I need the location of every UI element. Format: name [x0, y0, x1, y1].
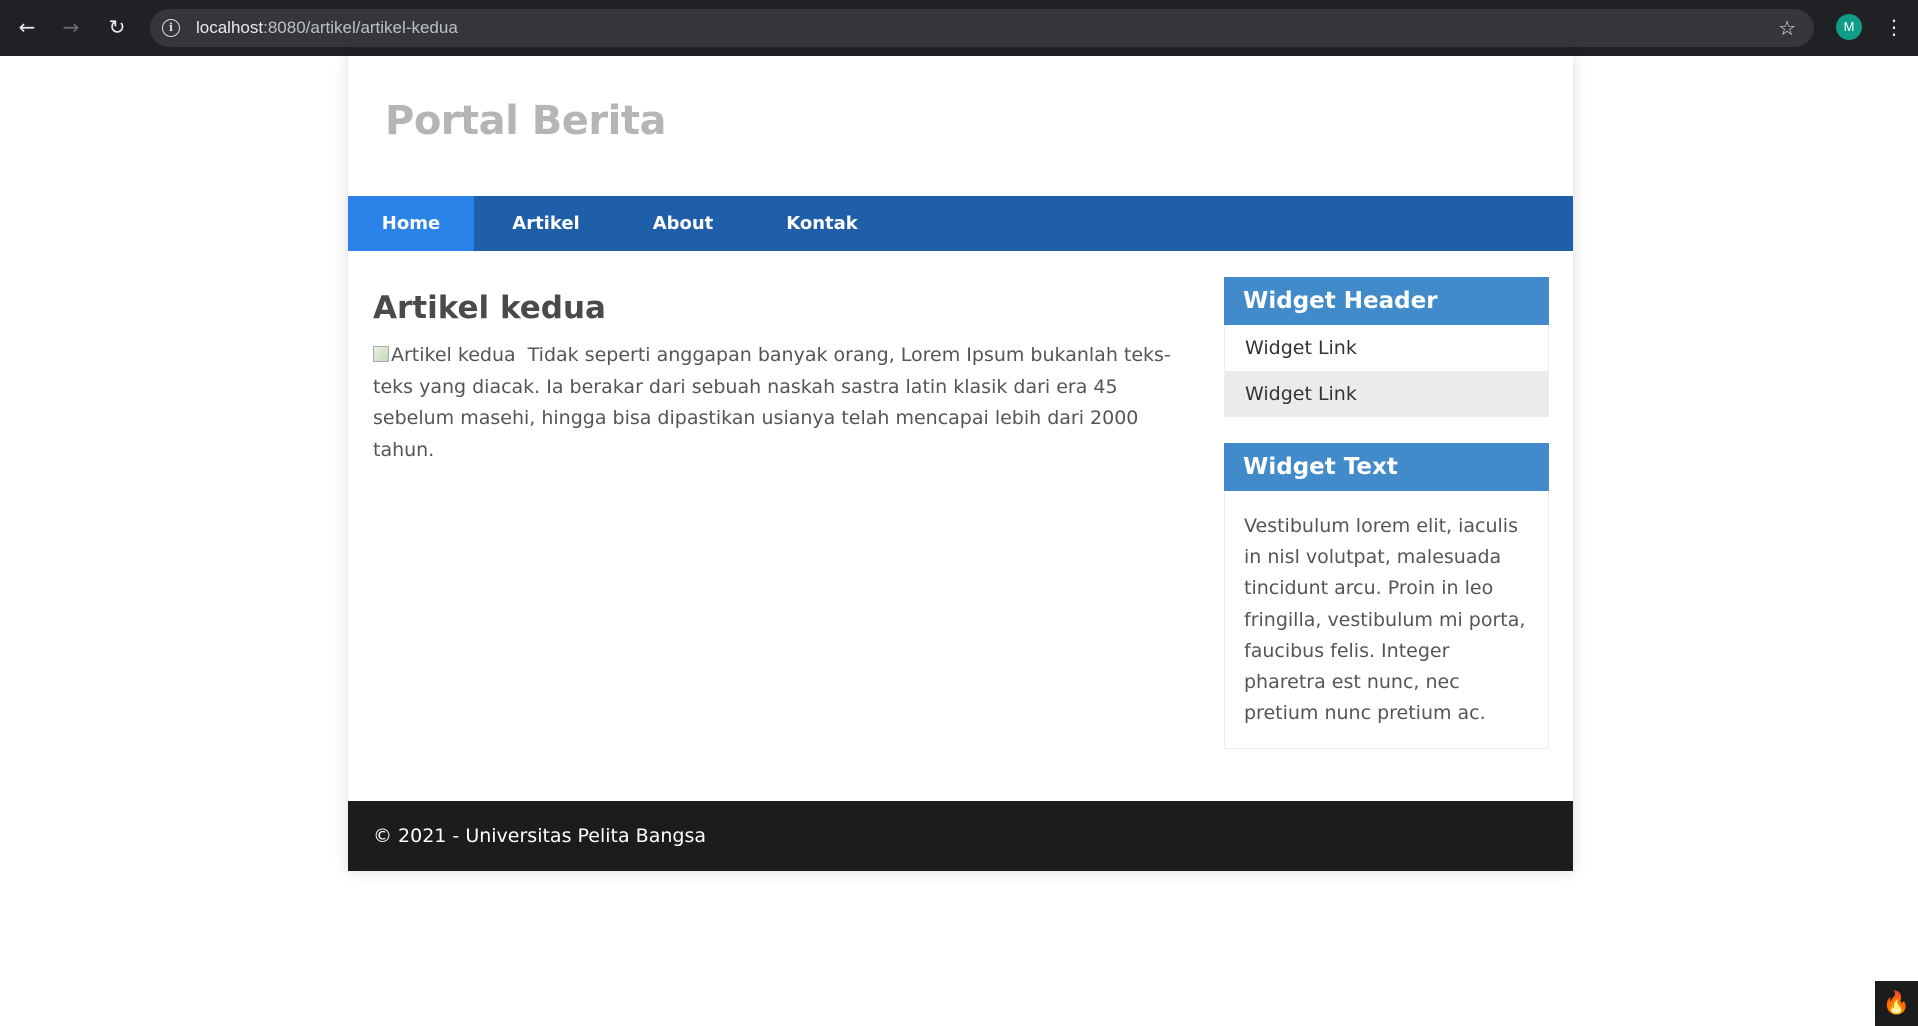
url-text[interactable]: localhost:8080/artikel/artikel-kedua [196, 9, 458, 47]
profile-avatar[interactable]: M [1836, 14, 1862, 40]
footer-copyright: © 2021 - Universitas Pelita Bangsa [373, 825, 706, 847]
article-image-alt: Artikel kedua [391, 344, 516, 366]
article-body: Artikel kedua Tidak seperti anggapan bany… [373, 340, 1173, 466]
article-title: Artikel kedua [373, 290, 606, 326]
nav-artikel[interactable]: Artikel [474, 196, 618, 251]
widget-links: Widget Header Widget Link Widget Link [1224, 277, 1549, 417]
widget-header-title: Widget Header [1224, 277, 1549, 325]
page-container: Portal Berita Home Artikel About Kontak … [348, 56, 1573, 871]
widget-text-content: Vestibulum lorem elit, iaculis in nisl v… [1224, 491, 1549, 749]
reload-icon: ↻ [108, 15, 126, 39]
reload-button[interactable]: ↻ [102, 12, 132, 42]
browser-toolbar: ← → ↻ i localhost:8080/artikel/artikel-k… [0, 0, 1918, 56]
url-path: :8080/artikel/artikel-kedua [263, 18, 458, 37]
nav-home[interactable]: Home [348, 196, 474, 251]
broken-image-icon [373, 346, 389, 362]
arrow-right-icon: → [62, 15, 80, 39]
forward-button[interactable]: → [56, 12, 86, 42]
back-button[interactable]: ← [12, 12, 42, 42]
site-info-icon[interactable]: i [162, 19, 180, 37]
bookmark-star-icon[interactable]: ☆ [1778, 16, 1796, 40]
debug-toolbar-flame-icon[interactable]: 🔥 [1875, 981, 1918, 1026]
main-nav: Home Artikel About Kontak [348, 196, 1573, 251]
site-footer: © 2021 - Universitas Pelita Bangsa [348, 801, 1573, 871]
widget-link-2[interactable]: Widget Link [1224, 371, 1549, 417]
article-section: Artikel kedua Artikel kedua Tidak seperti… [373, 276, 1173, 466]
nav-about[interactable]: About [618, 196, 748, 251]
address-bar[interactable]: i localhost:8080/artikel/artikel-kedua ☆ [150, 9, 1814, 47]
widget-text-title: Widget Text [1224, 443, 1549, 491]
site-header: Portal Berita [348, 56, 1573, 196]
nav-kontak[interactable]: Kontak [748, 196, 896, 251]
widget-link-1[interactable]: Widget Link [1224, 325, 1549, 371]
arrow-left-icon: ← [18, 15, 36, 39]
article-image: Artikel kedua [373, 340, 516, 372]
widget-text-box: Widget Text Vestibulum lorem elit, iacul… [1224, 443, 1549, 749]
site-title: Portal Berita [385, 98, 666, 144]
menu-dots-icon[interactable]: ⋮ [1884, 12, 1904, 42]
sidebar: Widget Header Widget Link Widget Link Wi… [1224, 277, 1549, 749]
url-host: localhost [196, 18, 264, 37]
